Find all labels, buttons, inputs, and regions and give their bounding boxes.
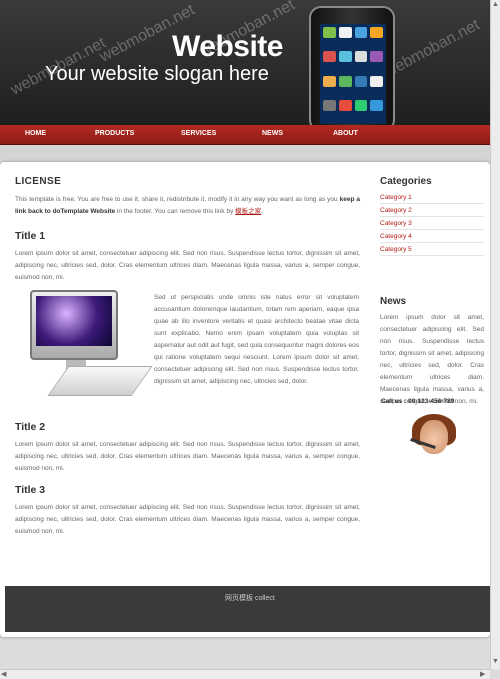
section-2: Title 2 Lorem ipsum dolor sit amet, cons…: [15, 421, 360, 475]
scroll-right-icon[interactable]: ▶: [480, 670, 485, 679]
license-link[interactable]: 模板之家: [235, 208, 261, 215]
title-3: Title 3: [15, 484, 46, 496]
category-link[interactable]: Category 2: [380, 204, 484, 217]
scroll-left-icon[interactable]: ◀: [1, 670, 6, 679]
category-link[interactable]: Category 4: [380, 230, 484, 243]
title-1: Title 1: [15, 230, 46, 242]
scroll-down-icon[interactable]: ▼: [492, 657, 499, 667]
category-link[interactable]: Category 5: [380, 243, 484, 256]
paragraph-2: Lorem ipsum dolor sit amet, consectetuer…: [15, 441, 360, 472]
support-agent-image: [406, 414, 458, 464]
scrollbar-corner: [490, 669, 500, 679]
category-link[interactable]: Category 1: [380, 191, 484, 204]
call-us: Call us : 00-123-456-789: [381, 398, 455, 405]
watermark: webmoban.net: [381, 16, 483, 81]
title-2: Title 2: [15, 421, 46, 433]
scroll-up-icon[interactable]: ▲: [492, 0, 499, 10]
header-band: [0, 145, 490, 162]
categories-heading: Categories: [380, 176, 432, 187]
license-text-end: .: [261, 208, 263, 215]
footer-text[interactable]: 网页模板 collect: [225, 593, 275, 603]
paragraph-1: Lorem ipsum dolor sit amet, consectetuer…: [15, 250, 360, 281]
sidebar: Categories Category 1 Category 2 Categor…: [380, 176, 484, 256]
license-text-part: This template is free. You are free to u…: [15, 196, 340, 203]
phone-image: [309, 6, 395, 125]
license-text-part: in the footer. You can remove this link …: [115, 208, 236, 215]
site-slogan: Your website slogan here: [45, 63, 269, 85]
nav-item-about[interactable]: ABOUT: [333, 130, 358, 137]
license-heading: LICENSE: [15, 176, 62, 187]
section-3: Title 3 Lorem ipsum dolor sit amet, cons…: [15, 484, 360, 538]
computer-image: [22, 290, 153, 402]
paragraph-wrap: Sed ut perspiciatis unde omnis iste natu…: [154, 294, 359, 385]
horizontal-scrollbar[interactable]: ◀ ▶: [0, 669, 490, 679]
main-nav: HOME PRODUCTS SERVICES NEWS ABOUT: [0, 125, 490, 145]
news-section: News Lorem ipsum dolor sit amet, consect…: [380, 296, 484, 408]
vertical-scrollbar[interactable]: ▲ ▼: [490, 0, 500, 669]
nav-item-products[interactable]: PRODUCTS: [95, 130, 134, 137]
news-text: Lorem ipsum dolor sit amet, consectetuer…: [380, 314, 484, 405]
site-title[interactable]: Website: [172, 30, 283, 64]
paragraph-3: Lorem ipsum dolor sit amet, consectetuer…: [15, 504, 360, 535]
main-content: LICENSE This template is free. You are f…: [15, 176, 360, 284]
nav-item-services[interactable]: SERVICES: [181, 130, 216, 137]
nav-item-home[interactable]: HOME: [25, 130, 46, 137]
site-header: webmoban.net webmoban.net webmoban.net w…: [0, 0, 490, 125]
news-heading: News: [380, 296, 407, 307]
license-text: This template is free. You are free to u…: [15, 194, 360, 218]
nav-item-news[interactable]: NEWS: [262, 130, 283, 137]
category-link[interactable]: Category 3: [380, 217, 484, 230]
